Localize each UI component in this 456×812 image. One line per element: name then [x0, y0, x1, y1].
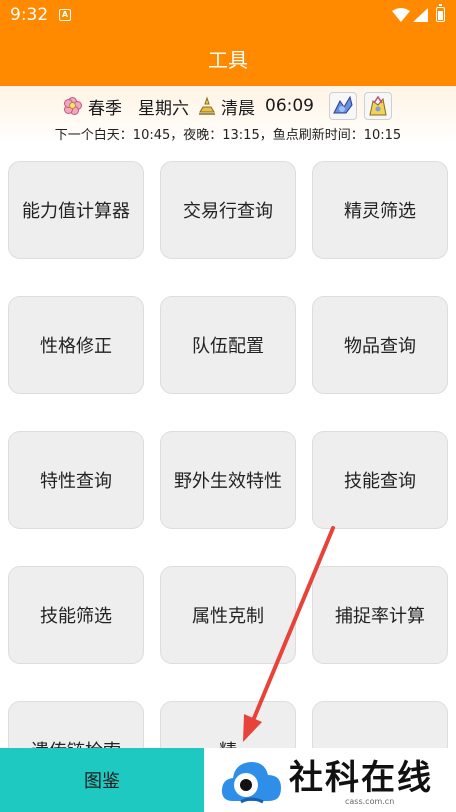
tool-card-catch-rate[interactable]: 捕捉率计算 — [312, 566, 448, 664]
tool-card-pokemon-filter[interactable]: 精灵筛选 — [312, 161, 448, 259]
tab-pokedex[interactable]: 图鉴 — [0, 748, 204, 812]
flower-icon — [64, 97, 82, 115]
game-time-row: 春季 星期六 清晨 06:09 — [0, 92, 456, 120]
tool-card-item-search[interactable]: 物品查询 — [312, 296, 448, 394]
blue-pokemon-icon[interactable] — [329, 92, 357, 120]
cloud-logo-icon — [221, 762, 281, 804]
yellow-pokemon-icon[interactable] — [364, 92, 392, 120]
tool-card-type-chart[interactable]: 属性克制 — [160, 566, 296, 664]
sunrise-icon — [199, 96, 215, 115]
season-label: 春季 — [88, 98, 122, 119]
watermark-text: 社科在线 — [289, 758, 433, 798]
app-bar: 工具 — [0, 30, 456, 86]
game-clock: 06:09 — [265, 96, 314, 116]
battery-icon — [436, 4, 445, 22]
status-time: 9:32 — [10, 5, 49, 25]
weekday-label: 星期六 — [138, 98, 189, 119]
watermark-subtext: cass.com.cn — [345, 797, 395, 806]
tool-card-team-setup[interactable]: 队伍配置 — [160, 296, 296, 394]
signal-icon — [413, 8, 428, 22]
tool-card-stat-calculator[interactable]: 能力值计算器 — [8, 161, 144, 259]
tool-card-trade-market[interactable]: 交易行查询 — [160, 161, 296, 259]
tool-card-nature[interactable]: 性格修正 — [8, 296, 144, 394]
tool-card-move-filter[interactable]: 技能筛选 — [8, 566, 144, 664]
notification-app-icon: A — [59, 9, 71, 21]
tool-card-ability-search[interactable]: 特性查询 — [8, 431, 144, 529]
wifi-icon — [392, 8, 410, 22]
page-title: 工具 — [208, 48, 248, 72]
next-times-text: 下一个白天：10:45，夜晚：13:15，鱼点刷新时间：10:15 — [54, 128, 402, 143]
period-label: 清晨 — [221, 98, 255, 119]
tool-card-move-search[interactable]: 技能查询 — [312, 431, 448, 529]
watermark: 社科在线 cass.com.cn — [205, 748, 456, 812]
status-bar: 9:32 A — [0, 0, 456, 30]
tool-card-field-ability[interactable]: 野外生效特性 — [160, 431, 296, 529]
game-time-panel: 春季 星期六 清晨 06:09 下一个白天：10:45，夜晚：13:15，鱼点刷… — [0, 86, 456, 146]
